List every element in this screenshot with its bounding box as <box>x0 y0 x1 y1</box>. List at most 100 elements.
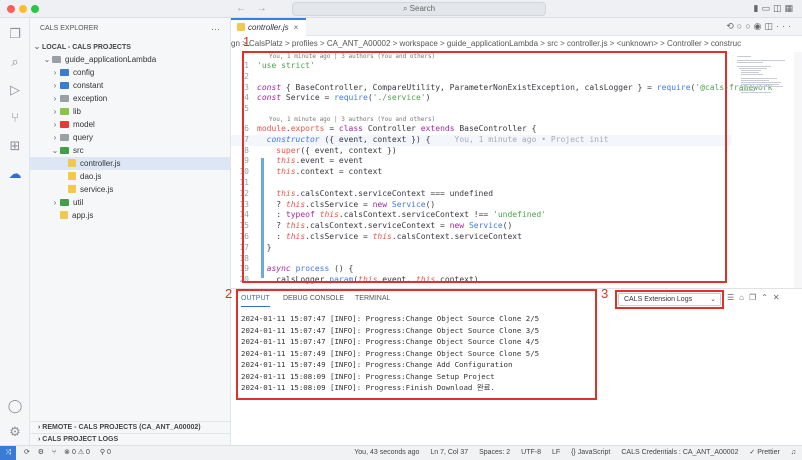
tree-folder[interactable]: › model <box>30 118 230 131</box>
maximize-window-button[interactable] <box>31 5 39 13</box>
account-icon[interactable]: ◯ <box>0 398 30 414</box>
annotation-label-2: 2 <box>225 286 233 301</box>
folder-icon <box>60 82 69 89</box>
file-tree: ⌄ guide_applicationLambda › config › constant… <box>30 53 230 222</box>
source-control-icon[interactable]: ⑂ <box>0 110 30 125</box>
tree-folder[interactable]: › lib <box>30 105 230 118</box>
split-layout-icon[interactable]: ◫ <box>773 3 785 13</box>
more-actions-icon[interactable]: ··· <box>776 21 794 31</box>
toggle-panel-icon[interactable]: ▭ <box>761 3 773 13</box>
extensions-icon[interactable]: ⊞ <box>0 138 30 154</box>
git-blame-status[interactable]: You, 43 seconds ago <box>354 449 419 456</box>
close-tab-icon[interactable]: × <box>294 23 299 32</box>
chevron-down-icon: ⌄ <box>43 55 51 64</box>
open-in-editor-icon[interactable]: ❐ <box>749 293 761 302</box>
activity-bar: ❐ ⌕ ▷ ⑂ ⊞ ☁ ◯ ⚙ <box>0 18 30 445</box>
problems-status[interactable]: ⊗ 0 ⚠ 0 <box>64 449 90 456</box>
tree-item-label: constant <box>73 81 104 90</box>
layout-controls: ▮▭◫▦ <box>754 3 797 14</box>
annotation-label-1: 1 <box>243 34 251 49</box>
search-icon[interactable]: ⌕ <box>0 54 30 70</box>
tree-item-label: lib <box>73 107 82 116</box>
prettier-status[interactable]: ✓ Prettier <box>749 449 779 456</box>
tree-folder[interactable]: › config <box>30 66 230 79</box>
js-file-icon <box>237 23 245 31</box>
js-file-icon <box>68 185 76 193</box>
maximize-panel-icon[interactable]: ⌃ <box>761 293 773 302</box>
annotation-box-2 <box>236 289 597 400</box>
forward-button[interactable]: → <box>257 3 267 14</box>
search-placeholder: Search <box>409 4 436 13</box>
section-local-projects[interactable]: ⌄ LOCAL - CALS PROJECTS <box>30 40 230 53</box>
chevron-down-icon: ⌄ <box>33 42 41 51</box>
explorer-title: CALS EXPLORER <box>40 25 99 32</box>
chevron-right-icon: › <box>53 120 57 129</box>
settings-gear-icon[interactable]: ⚙ <box>0 424 30 440</box>
cals-cloud-icon[interactable]: ☁ <box>0 166 30 182</box>
encoding-status[interactable]: UTF-8 <box>521 449 541 456</box>
folder-icon <box>60 134 69 141</box>
chevron-right-icon: › <box>53 68 57 77</box>
customize-layout-icon[interactable]: ▦ <box>784 3 796 13</box>
tree-item-label: model <box>73 120 95 129</box>
next-change-icon[interactable]: ○ <box>745 21 753 31</box>
editor-actions: ⟲○○◉◫··· <box>726 21 794 32</box>
minimap[interactable] <box>737 54 792 104</box>
close-window-button[interactable] <box>7 5 15 13</box>
chevron-down-icon: ⌄ <box>51 146 59 155</box>
tree-item-label: src <box>73 146 84 155</box>
tree-item-label: app.js <box>72 211 94 220</box>
timeline-icon[interactable]: ⟲ <box>726 21 737 31</box>
breadcrumb[interactable]: gn > CalsPlatz > profiles > CA_ANT_A0000… <box>231 36 802 52</box>
run-debug-icon[interactable]: ▷ <box>0 82 30 98</box>
branch-icon[interactable]: ⑂ <box>52 449 56 456</box>
nav-controls: ← → <box>236 3 275 14</box>
explorer-icon[interactable]: ❐ <box>0 26 30 42</box>
ports-status[interactable]: ⚲ 0 <box>100 449 111 456</box>
close-panel-icon[interactable]: ✕ <box>773 293 785 302</box>
folder-icon <box>60 199 69 206</box>
tree-item-label: controller.js <box>80 159 121 168</box>
status-right: You, 43 seconds ago Ln 7, Col 37 Spaces:… <box>345 446 796 460</box>
tree-folder[interactable]: › constant <box>30 79 230 92</box>
remote-indicator-icon[interactable]: ⤨ <box>0 446 16 460</box>
js-file-icon <box>60 211 68 219</box>
sync-icon[interactable]: ⟳ <box>24 449 30 456</box>
split-editor-icon[interactable]: ◫ <box>764 21 776 31</box>
folder-icon <box>60 121 69 128</box>
editor-scrollbar[interactable] <box>794 52 802 288</box>
cursor-position[interactable]: Ln 7, Col 37 <box>430 449 468 456</box>
previous-change-icon[interactable]: ○ <box>737 21 745 31</box>
indentation-status[interactable]: Spaces: 2 <box>479 449 510 456</box>
folder-icon <box>60 108 69 115</box>
settings-sync-icon[interactable]: ⚙ <box>38 449 44 456</box>
search-icon: ⌕ <box>402 4 410 13</box>
back-button[interactable]: ← <box>236 3 246 14</box>
tree-folder[interactable]: › query <box>30 131 230 144</box>
chevron-right-icon: › <box>53 107 57 116</box>
more-actions-icon[interactable]: ··· <box>211 18 220 40</box>
tree-file[interactable]: dao.js <box>30 170 230 183</box>
editor-tab-bar: controller.js × ⟲○○◉◫··· <box>231 18 802 36</box>
tree-file[interactable]: controller.js <box>30 157 230 170</box>
tree-folder[interactable]: › util <box>30 196 230 209</box>
tree-file[interactable]: service.js <box>30 183 230 196</box>
tree-item-label: query <box>73 133 94 142</box>
status-bar: ⤨ ⟳ ⚙ ⑂ ⊗ 0 ⚠ 0 ⚲ 0 You, 43 seconds ago … <box>0 445 802 460</box>
tree-folder[interactable]: ⌄ guide_applicationLambda <box>30 53 230 66</box>
tree-file[interactable]: app.js <box>30 209 230 222</box>
tree-folder[interactable]: › exception <box>30 92 230 105</box>
notifications-bell-icon[interactable]: ♫ <box>791 449 796 456</box>
minimize-window-button[interactable] <box>19 5 27 13</box>
filter-list-icon[interactable]: ☰ <box>727 293 739 302</box>
section-remote-projects[interactable]: › REMOTE - CALS PROJECTS (CA_ANT_A00002) <box>30 421 231 433</box>
cals-credentials[interactable]: CALS Credentials : CA_ANT_A00002 <box>621 449 738 456</box>
eol-status[interactable]: LF <box>552 449 560 456</box>
open-changes-icon[interactable]: ◉ <box>754 21 765 31</box>
tree-folder[interactable]: ⌄ src <box>30 144 230 157</box>
command-search[interactable]: ⌕ Search <box>292 2 546 16</box>
lock-scroll-icon[interactable]: ⌂ <box>739 293 749 302</box>
section-project-logs[interactable]: › CALS PROJECT LOGS <box>30 433 231 445</box>
chevron-right-icon: › <box>53 81 57 90</box>
language-mode[interactable]: {} JavaScript <box>571 449 610 456</box>
